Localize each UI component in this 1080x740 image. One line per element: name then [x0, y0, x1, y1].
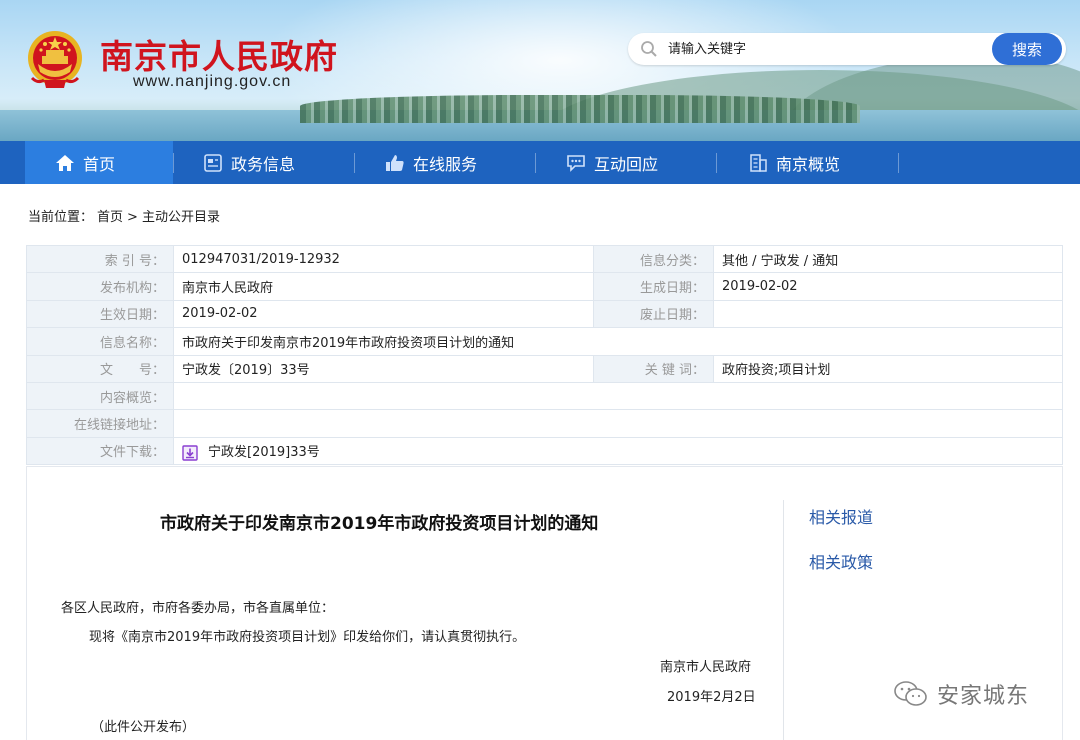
info-name-value: 市政府关于印发南京市2019年市政府投资项目计划的通知 — [173, 327, 1063, 356]
nav-item-interaction[interactable]: 互动回应 — [566, 141, 658, 184]
sidebar-divider — [783, 500, 784, 740]
nav-item-home[interactable]: 首页 — [25, 141, 173, 184]
building-icon — [750, 153, 767, 172]
nav-divider — [173, 153, 174, 173]
document-icon — [204, 153, 222, 172]
main-nav: 首页 政务信息 在线服务 互动回应 南京概览 — [0, 141, 1080, 184]
site-url: www.nanjing.gov.cn — [133, 73, 292, 90]
home-icon — [56, 154, 74, 171]
article-date: 2019年2月2日 — [667, 690, 756, 705]
chat-icon — [567, 154, 585, 172]
article-signer: 南京市人民政府 — [660, 660, 752, 675]
site-header: 南京市人民政府 www.nanjing.gov.cn 搜索 — [0, 0, 1080, 141]
online-link-label: 在线链接地址： — [26, 409, 174, 438]
nav-item-label: 在线服务 — [413, 154, 478, 174]
document-info-table: 索 引 号： 012947031/2019-12932 信息分类： 其他 / 宁… — [26, 244, 1063, 466]
nav-item-label: 互动回应 — [594, 154, 659, 174]
nav-divider — [716, 153, 717, 173]
article-note: （此件公开发布） — [91, 720, 196, 735]
nav-item-online-service[interactable]: 在线服务 — [385, 141, 477, 184]
nav-item-label: 首页 — [83, 154, 116, 174]
table-row: 文 号： 宁政发〔2019〕33号 关 键 词： 政府投资;项目计划 — [26, 354, 1063, 383]
header-treeline — [300, 95, 860, 123]
category-label: 信息分类： — [593, 244, 714, 274]
publisher-label: 发布机构： — [26, 272, 174, 301]
breadcrumb-current[interactable]: 主动公开目录 — [142, 210, 220, 225]
table-row: 在线链接地址： — [26, 409, 1063, 438]
nav-divider — [354, 153, 355, 173]
file-download-link[interactable]: 宁政发[2019]33号 — [208, 445, 320, 460]
download-icon[interactable] — [182, 444, 198, 461]
info-name-label: 信息名称： — [26, 327, 174, 356]
repeal-date-value — [713, 299, 1063, 329]
search-input[interactable] — [668, 37, 978, 61]
nav-divider — [535, 153, 536, 173]
article-title: 市政府关于印发南京市2019年市政府投资项目计划的通知 — [160, 514, 599, 534]
national-emblem-icon — [28, 31, 82, 88]
breadcrumb-home-link[interactable]: 首页 — [97, 210, 123, 225]
keywords-label: 关 键 词： — [593, 354, 714, 383]
related-policy-link[interactable]: 相关政策 — [809, 549, 873, 573]
search-icon — [641, 41, 657, 57]
publisher-value: 南京市人民政府 — [173, 272, 594, 301]
related-news-link[interactable]: 相关报道 — [809, 504, 873, 528]
summary-value — [173, 381, 1063, 411]
table-row: 生效日期： 2019-02-02 废止日期： — [26, 299, 1063, 329]
breadcrumb-prefix: 当前位置： — [28, 210, 94, 225]
nav-item-label: 南京概览 — [776, 154, 841, 174]
watermark-text: 安家城东 — [937, 684, 1030, 709]
effective-date-label: 生效日期： — [26, 299, 174, 329]
category-value: 其他 / 宁政发 / 通知 — [713, 244, 1063, 274]
created-date-label: 生成日期： — [593, 272, 714, 301]
table-row: 索 引 号： 012947031/2019-12932 信息分类： 其他 / 宁… — [26, 244, 1063, 274]
document-number-label: 文 号： — [26, 354, 174, 383]
table-row: 文件下载： 宁政发[2019]33号 — [26, 436, 1063, 466]
repeal-date-label: 废止日期： — [593, 299, 714, 329]
file-download-label: 文件下载： — [26, 436, 174, 466]
effective-date-value: 2019-02-02 — [173, 299, 594, 329]
wechat-icon — [894, 681, 927, 706]
breadcrumb-separator: > — [127, 210, 138, 225]
summary-label: 内容概览： — [26, 381, 174, 411]
site-name: 南京市人民政府 — [100, 37, 338, 76]
document-number-value: 宁政发〔2019〕33号 — [173, 354, 594, 383]
index-label: 索 引 号： — [26, 244, 174, 274]
table-row: 信息名称： 市政府关于印发南京市2019年市政府投资项目计划的通知 — [26, 327, 1063, 356]
nav-divider — [898, 153, 899, 173]
search-box: 搜索 — [628, 33, 1066, 65]
search-button[interactable]: 搜索 — [992, 33, 1062, 65]
nav-item-nanjing-overview[interactable]: 南京概览 — [748, 141, 840, 184]
article-salutation: 各区人民政府，市府各委办局，市各直属单位： — [61, 601, 335, 616]
keywords-value: 政府投资;项目计划 — [713, 354, 1063, 383]
nav-item-gov-info[interactable]: 政务信息 — [203, 141, 295, 184]
article-body: 现将《南京市2019年市政府投资项目计划》印发给你们，请认真贯彻执行。 — [89, 630, 526, 645]
online-link-value — [173, 409, 1063, 438]
watermark: 安家城东 — [893, 678, 1029, 710]
breadcrumb: 当前位置： 首页 > 主动公开目录 — [28, 206, 224, 225]
index-value: 012947031/2019-12932 — [173, 244, 594, 274]
file-download-cell: 宁政发[2019]33号 — [173, 436, 1063, 466]
created-date-value: 2019-02-02 — [713, 272, 1063, 301]
table-row: 内容概览： — [26, 381, 1063, 411]
thumbs-up-icon — [386, 154, 404, 171]
table-row: 发布机构： 南京市人民政府 生成日期： 2019-02-02 — [26, 272, 1063, 301]
nav-item-label: 政务信息 — [231, 154, 296, 174]
